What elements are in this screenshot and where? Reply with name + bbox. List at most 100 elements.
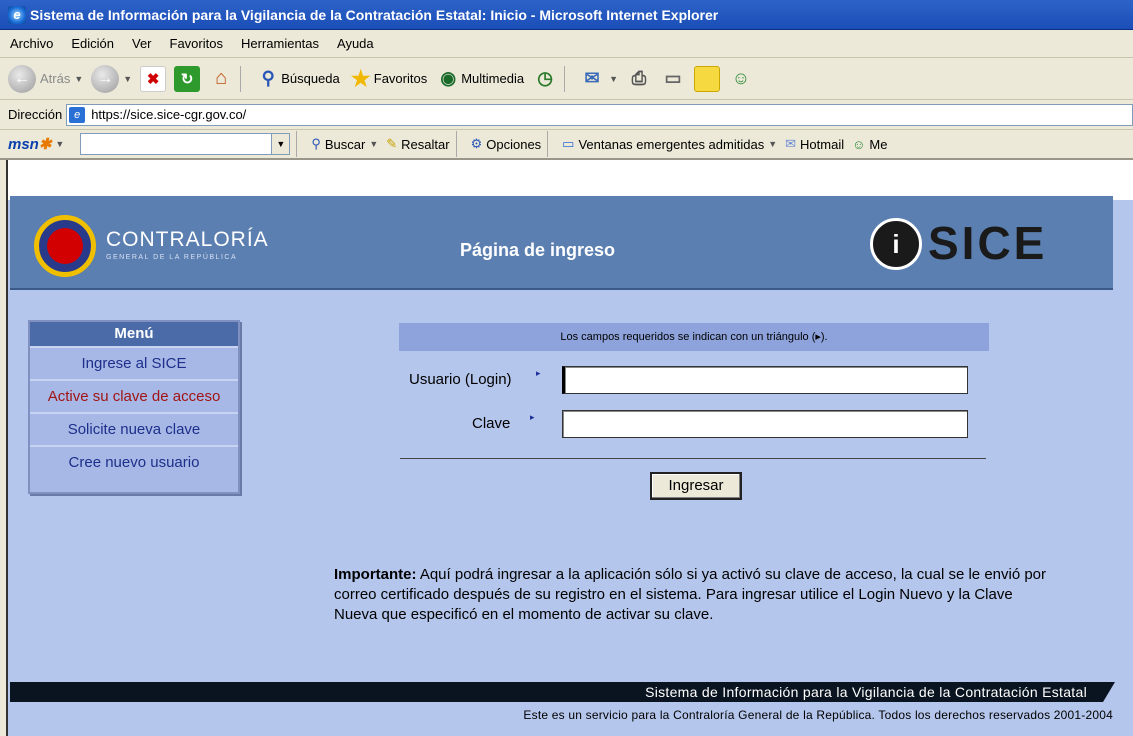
hotmail-button[interactable]: ✉ Hotmail [785,136,844,152]
popups-dropdown-icon[interactable]: ▼ [768,139,777,149]
multimedia-button[interactable]: ◉ Multimedia [435,66,524,92]
password-label: Clave [472,415,511,432]
mail-button[interactable]: ✉ ▼ [579,66,618,92]
options-label: Opciones [486,136,542,152]
menu-item-ingrese[interactable]: Ingrese al SICE [30,346,238,379]
discuss-button[interactable] [694,65,720,92]
info-logo-icon: i [870,218,922,270]
print-button[interactable]: ⎙ [626,66,652,92]
options-icon: ⚙ [470,136,483,151]
msn-search-input[interactable]: ▼ [80,133,291,155]
org-subtitle: GENERAL DE LA REPÚBLICA [106,254,238,261]
highlighter-icon: ✎ [386,136,398,151]
msn-search-label: Buscar [324,136,366,152]
menu-ayuda[interactable]: Ayuda [337,36,374,51]
window-title: Sistema de Información para la Vigilanci… [30,6,719,23]
menu-item-nuevo-usuario[interactable]: Cree nuevo usuario [30,445,238,478]
messenger-label: Me [869,136,888,152]
menu-favoritos[interactable]: Favoritos [170,36,223,51]
home-icon: ⌂ [215,67,228,89]
favorites-button[interactable]: ★ Favoritos [348,66,427,92]
back-button[interactable]: ← Atrás ▼ [8,64,83,93]
search-icon: ⚲ [311,136,321,151]
refresh-icon: ↻ [174,65,201,92]
menu-ver[interactable]: Ver [132,36,152,51]
menu-item-active-clave[interactable]: Active su clave de acceso [30,379,238,412]
password-input[interactable] [562,410,968,438]
forward-dropdown-icon[interactable]: ▼ [123,74,132,84]
toolbar-separator [296,131,298,157]
form-divider [400,458,986,459]
print-icon: ⎙ [631,68,647,88]
msn-logo-text: msn [8,136,39,153]
stop-icon: ✖ [140,65,167,92]
back-label: Atrás [40,71,71,86]
note-heading: Importante: [334,566,417,583]
window-icon: ▭ [562,136,575,151]
multimedia-label: Multimedia [461,71,525,86]
user-input[interactable] [562,366,968,394]
footer-rights: Este es un servicio para la Contraloría … [523,708,1113,722]
login-button[interactable]: Ingresar [650,472,742,500]
highlight-button[interactable]: ✎ Resaltar [386,136,449,152]
forward-arrow-icon: → [91,64,120,93]
search-label: Búsqueda [281,71,340,86]
popups-button[interactable]: ▭ Ventanas emergentes admitidas ▼ [562,136,777,152]
hotmail-label: Hotmail [800,136,845,152]
history-button[interactable]: ◷ [532,66,558,92]
edit-icon: ▭ [664,68,682,88]
contraloria-logo [34,215,96,277]
page-icon: e [69,106,86,123]
menu-bar: Archivo Edición Ver Favoritos Herramient… [0,30,1133,58]
toolbar-separator [240,65,242,92]
required-triangle-icon: ▸ [536,368,541,378]
mail-icon: ✉ [584,68,600,88]
org-name: CONTRALORÍA [106,228,269,251]
page-top-strip [8,160,1133,200]
star-icon: ★ [350,65,371,91]
ie-icon: e [8,5,26,24]
messenger-button[interactable]: ☺ Me [852,137,887,152]
site-header: CONTRALORÍA GENERAL DE LA REPÚBLICA Pági… [10,196,1113,290]
chevron-down-icon[interactable]: ▼ [271,134,290,154]
media-globe-icon: ◉ [440,68,457,88]
address-url: https://sice.sice-cgr.gov.co/ [91,107,247,122]
msn-search-button[interactable]: ⚲ Buscar ▼ [311,136,378,152]
msn-dropdown-icon[interactable]: ▼ [55,139,64,149]
address-bar: Dirección e https://sice.sice-cgr.gov.co… [0,100,1133,130]
edit-button[interactable]: ▭ [660,66,686,92]
address-label: Dirección [8,107,63,122]
toolbar-separator [547,131,549,157]
browser-toolbar: ← Atrás ▼ → ▼ ✖ ↻ ⌂ ⚲ Búsqueda ★ Favorit… [0,58,1133,100]
home-button[interactable]: ⌂ [208,66,234,92]
search-icon: ⚲ [261,68,275,88]
favorites-label: Favoritos [373,71,428,86]
menu-item-nueva-clave[interactable]: Solicite nueva clave [30,412,238,445]
refresh-button[interactable]: ↻ [174,65,201,92]
menu-archivo[interactable]: Archivo [10,36,53,51]
popups-label: Ventanas emergentes admitidas [578,136,765,152]
back-arrow-icon: ← [8,64,36,93]
msn-logo[interactable]: msn✱ [8,135,51,153]
history-icon: ◷ [537,68,553,88]
window-title-bar: e Sistema de Información para la Vigilan… [0,0,1133,30]
mail-icon: ✉ [785,136,797,151]
menu-herramientas[interactable]: Herramientas [241,36,319,51]
mail-dropdown-icon[interactable]: ▼ [609,74,618,84]
highlight-label: Resaltar [401,136,450,152]
forward-button[interactable]: → ▼ [91,64,132,93]
search-dropdown-icon[interactable]: ▼ [369,139,378,149]
stop-button[interactable]: ✖ [140,65,167,92]
menu-title: Menú [30,322,238,346]
required-fields-note: Los campos requeridos se indican con un … [399,323,989,351]
address-input[interactable]: e https://sice.sice-cgr.gov.co/ [66,103,1133,126]
options-button[interactable]: ⚙ Opciones [471,136,542,152]
footer-bar: Sistema de Información para la Vigilanci… [10,682,1115,702]
messenger-button[interactable]: ☺ [728,66,754,92]
search-button[interactable]: ⚲ Búsqueda [255,66,340,92]
window-left-edge [0,160,8,736]
important-note: Importante: Aquí podrá ingresar a la apl… [334,565,1054,625]
back-dropdown-icon[interactable]: ▼ [74,74,83,84]
toolbar-separator [455,131,457,157]
menu-edicion[interactable]: Edición [71,36,114,51]
